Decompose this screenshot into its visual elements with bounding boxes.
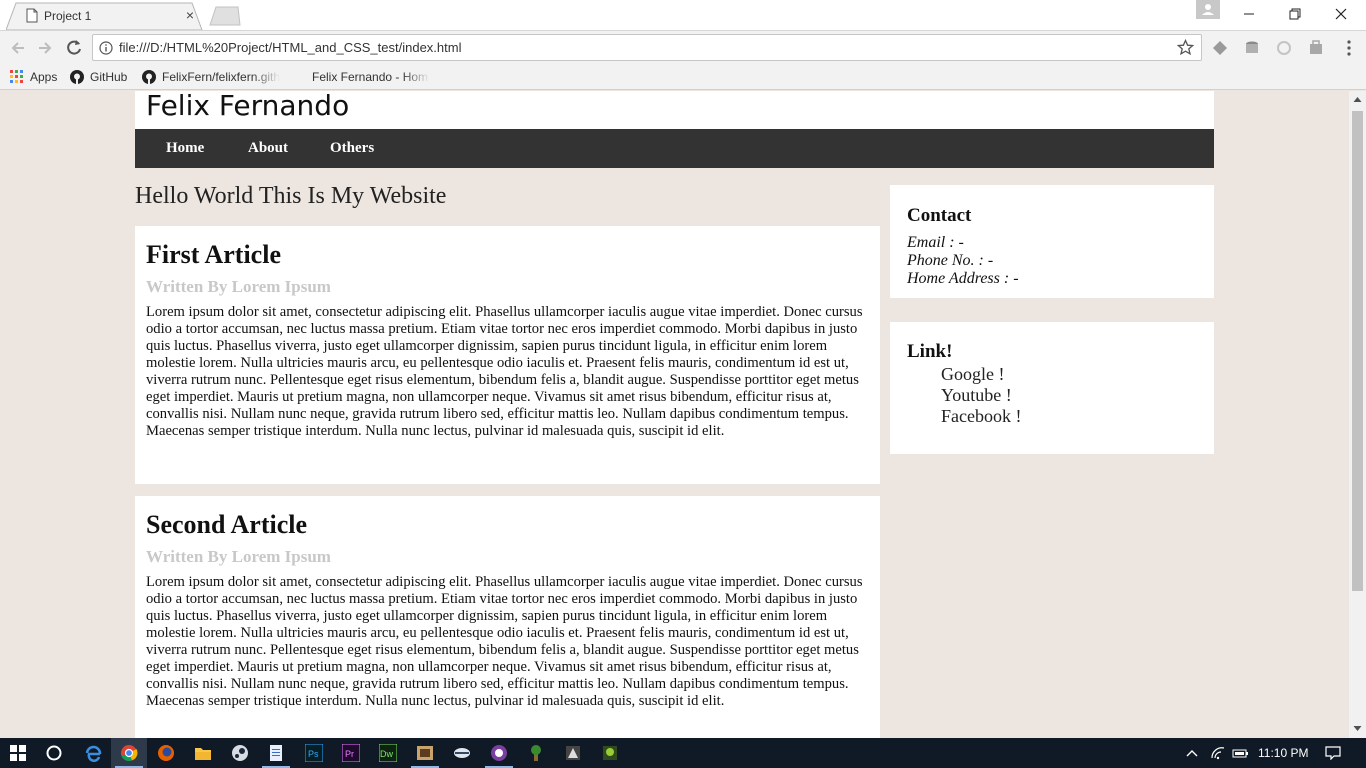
windows-taskbar: Ps Pr Dw 11:10 PM: [0, 738, 1366, 768]
premiere-icon[interactable]: Pr: [333, 738, 369, 768]
article-title: First Article: [146, 240, 281, 269]
nav-link-others[interactable]: Others: [330, 140, 374, 157]
app-icon[interactable]: [555, 738, 591, 768]
article-title: Second Article: [146, 510, 308, 539]
dreamweaver-label: Dw: [380, 749, 393, 759]
tab-close-icon[interactable]: ×: [182, 7, 198, 23]
app-icon[interactable]: [407, 738, 443, 768]
notification-center-icon[interactable]: [1325, 746, 1341, 761]
bookmark-star-icon[interactable]: [1176, 38, 1195, 56]
links-title: Link!: [907, 341, 953, 362]
bookmark-label: Felix Fernando - Hom: [312, 70, 429, 84]
app-icon[interactable]: [444, 738, 480, 768]
link-facebook[interactable]: Facebook !: [941, 406, 1021, 427]
steam-icon[interactable]: [222, 738, 258, 768]
github-icon: [70, 70, 84, 84]
contact-box: Contact Email : - Phone No. : - Home Add…: [890, 185, 1214, 298]
taskbar-clock[interactable]: 11:10 PM: [1258, 746, 1308, 760]
close-window-button[interactable]: [1318, 0, 1364, 28]
bookmark-label: FelixFern/felixfern.githu: [162, 70, 280, 84]
bookmark-felixfern-repo[interactable]: FelixFern/felixfern.githu: [142, 68, 280, 86]
scrollbar-thumb[interactable]: [1352, 111, 1363, 591]
chrome-icon[interactable]: [111, 738, 147, 768]
photoshop-label: Ps: [308, 749, 319, 759]
apps-grid-icon: [10, 70, 24, 84]
info-icon[interactable]: [99, 41, 113, 55]
battery-icon[interactable]: [1232, 746, 1248, 760]
bookmark-github[interactable]: GitHub: [70, 68, 136, 86]
extension-icon[interactable]: [1211, 39, 1229, 57]
user-profile-icon[interactable]: [1196, 0, 1220, 19]
app-icon[interactable]: [592, 738, 628, 768]
article-body: Lorem ipsum dolor sit amet, consectetur …: [146, 574, 863, 709]
page-icon: [26, 8, 38, 23]
app-icon[interactable]: [481, 738, 517, 768]
bookmarks-bar: Apps GitHub FelixFern/felixfern.githu Fe…: [0, 64, 1366, 90]
bookmark-label: Apps: [30, 70, 58, 84]
extension-icon[interactable]: [1243, 39, 1261, 57]
cortana-icon[interactable]: [36, 738, 72, 768]
contact-address: Home Address : -: [907, 270, 1019, 287]
scroll-up-arrow-icon[interactable]: [1353, 95, 1362, 103]
page-viewport: Felix Fernando Home About Others Hello W…: [0, 91, 1349, 738]
page-heading: Hello World This Is My Website: [135, 183, 447, 209]
browser-tab-project-1[interactable]: Project 1 ×: [6, 2, 206, 30]
extension-icon[interactable]: [1307, 39, 1325, 57]
premiere-label: Pr: [345, 749, 354, 759]
article-byline: Written By Lorem Ipsum: [146, 277, 331, 296]
nav-link-home[interactable]: Home: [166, 140, 204, 157]
address-bar[interactable]: file:///D:/HTML%20Project/HTML_and_CSS_t…: [92, 34, 1202, 61]
tab-title: Project 1: [44, 9, 92, 23]
vertical-scrollbar[interactable]: [1349, 91, 1366, 738]
bookmark-apps[interactable]: Apps: [10, 68, 64, 86]
contact-phone: Phone No. : -: [907, 252, 994, 269]
new-tab-button[interactable]: [208, 6, 242, 26]
site-title: Felix Fernando: [146, 91, 350, 122]
windows-start-icon[interactable]: [0, 738, 36, 768]
contact-email: Email : -: [907, 234, 964, 251]
wifi-icon[interactable]: [1210, 746, 1226, 760]
firefox-icon[interactable]: [148, 738, 184, 768]
bookmark-felix-fernando-home[interactable]: Felix Fernando - Hom: [292, 68, 430, 86]
menu-dots-icon[interactable]: [1340, 39, 1358, 57]
article-byline: Written By Lorem Ipsum: [146, 547, 331, 566]
dreamweaver-icon[interactable]: Dw: [370, 738, 406, 768]
links-box: Link! Google ! Youtube ! Facebook !: [890, 322, 1214, 454]
contact-title: Contact: [907, 205, 972, 226]
browser-toolbar: file:///D:/HTML%20Project/HTML_and_CSS_t…: [0, 30, 1366, 64]
edge-icon[interactable]: [75, 738, 111, 768]
reload-icon[interactable]: [64, 38, 84, 58]
url-text[interactable]: file:///D:/HTML%20Project/HTML_and_CSS_t…: [119, 40, 461, 55]
article-body: Lorem ipsum dolor sit amet, consectetur …: [146, 304, 863, 439]
nav-link-about[interactable]: About: [248, 140, 288, 157]
back-arrow-icon[interactable]: [8, 38, 28, 58]
notepad-icon[interactable]: [258, 738, 294, 768]
restore-button[interactable]: [1272, 0, 1318, 28]
article-card: First Article Written By Lorem Ipsum Lor…: [135, 226, 880, 484]
chevron-up-icon[interactable]: [1184, 746, 1200, 760]
article-card: Second Article Written By Lorem Ipsum Lo…: [135, 496, 880, 738]
minimize-button[interactable]: [1226, 0, 1272, 28]
photoshop-icon[interactable]: Ps: [296, 738, 332, 768]
link-youtube[interactable]: Youtube !: [941, 385, 1012, 406]
bookmark-label: GitHub: [90, 70, 128, 84]
browser-tab-strip: Project 1 ×: [0, 0, 1366, 30]
scroll-down-arrow-icon[interactable]: [1353, 725, 1362, 733]
link-google[interactable]: Google !: [941, 364, 1004, 385]
site-nav: Home About Others: [135, 129, 1214, 168]
github-icon: [142, 70, 156, 84]
forward-arrow-icon[interactable]: [35, 38, 55, 58]
app-icon[interactable]: [518, 738, 554, 768]
site-header: Felix Fernando: [135, 91, 1214, 129]
extension-icon[interactable]: [1275, 39, 1293, 57]
file-explorer-icon[interactable]: [185, 738, 221, 768]
